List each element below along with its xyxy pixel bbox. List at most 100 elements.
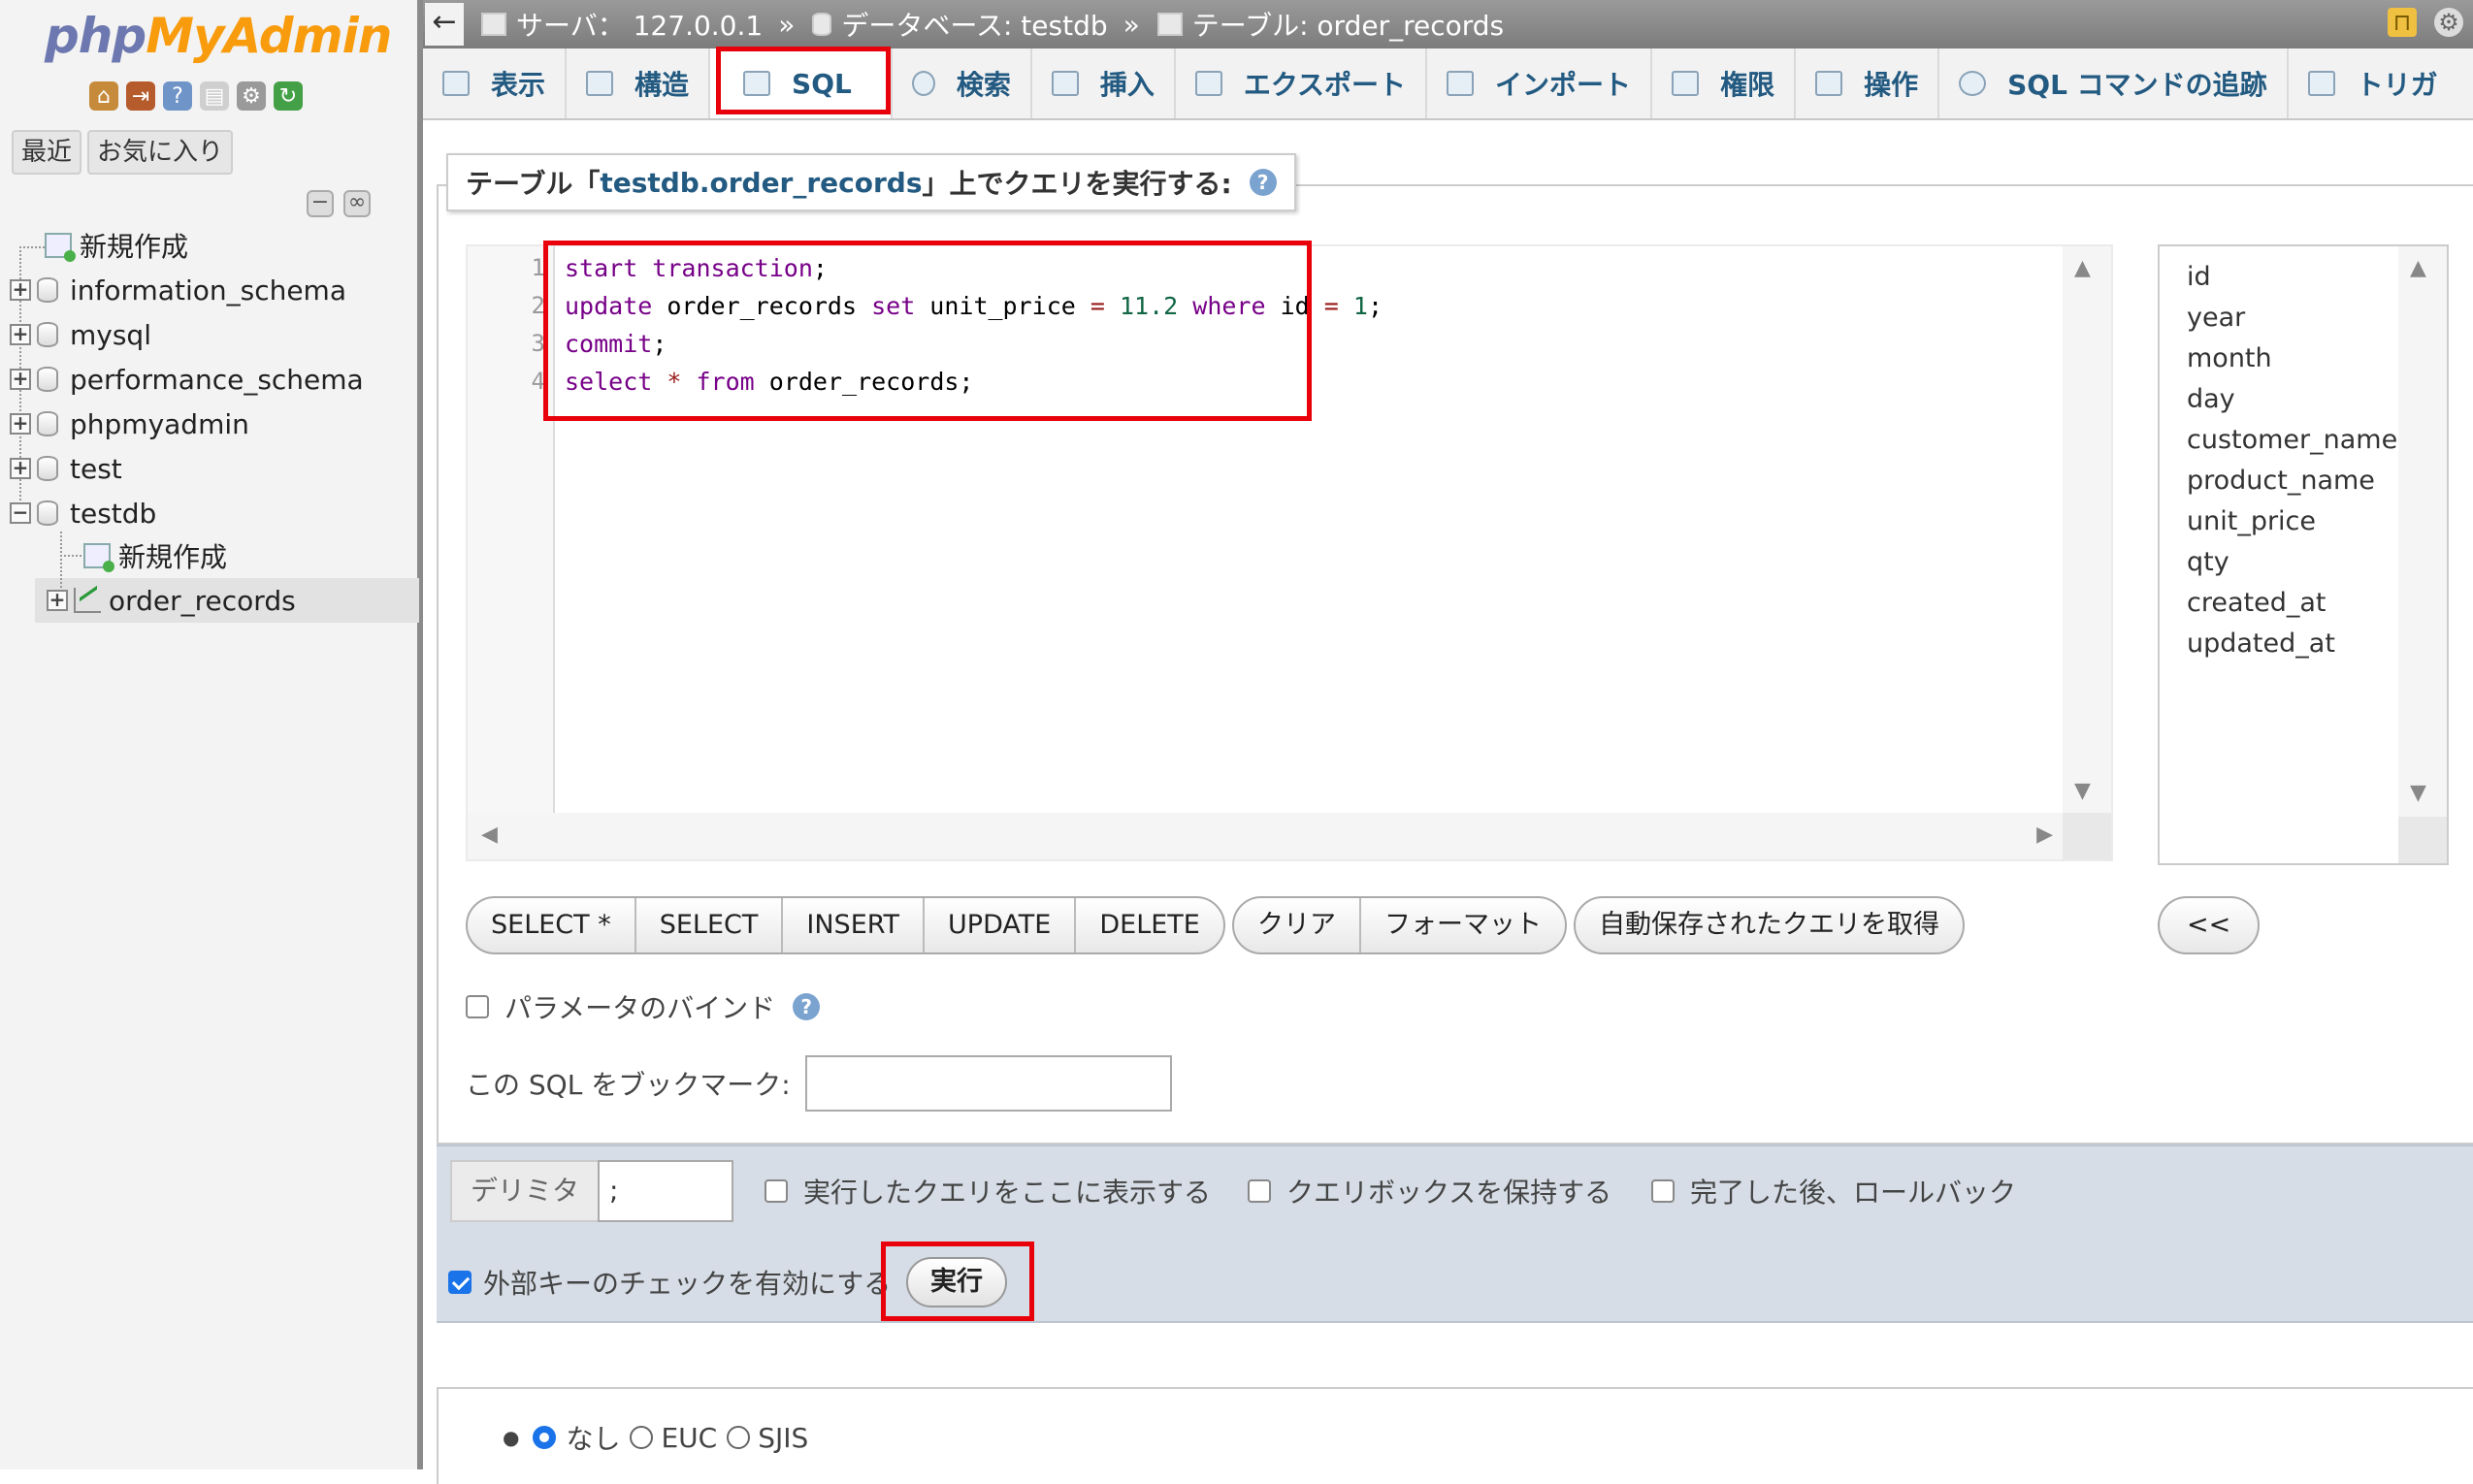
expand-icon[interactable]: + xyxy=(10,279,31,301)
bind-parameters-checkbox[interactable] xyxy=(466,995,489,1018)
tree-item-testdb[interactable]: − testdb xyxy=(10,491,156,535)
column-option[interactable]: product_name xyxy=(2187,466,2375,496)
columns-vertical-scrollbar[interactable]: ▲ ▼ xyxy=(2398,246,2447,819)
lock-icon[interactable]: ⊓ xyxy=(2388,8,2417,37)
tab-search[interactable]: 検索 xyxy=(893,48,1032,118)
column-option[interactable]: qty xyxy=(2187,547,2229,577)
column-option[interactable]: year xyxy=(2187,303,2245,333)
show-query-checkbox[interactable] xyxy=(765,1179,788,1203)
rollback-checkbox[interactable] xyxy=(1651,1179,1675,1203)
tab-tracking[interactable]: SQL コマンドの追跡 xyxy=(1939,48,2289,118)
breadcrumb-table[interactable]: テーブル: order_records xyxy=(1156,5,1504,44)
expand-icon[interactable]: + xyxy=(47,590,68,611)
tree-item-label: 新規作成 xyxy=(118,541,228,573)
tree-item-mysql[interactable]: + mysql xyxy=(10,312,151,357)
tree-item-information-schema[interactable]: + information_schema xyxy=(10,268,346,312)
bookmark-input[interactable] xyxy=(805,1055,1172,1112)
breadcrumb-server-label: サーバ： 127.0.0.1 xyxy=(516,10,764,42)
line-number-gutter: 1 2 3 4 xyxy=(468,246,555,817)
back-arrow-icon[interactable]: ← xyxy=(425,3,464,46)
tree-item-performance-schema[interactable]: + performance_schema xyxy=(10,357,364,402)
collapse-icon[interactable]: − xyxy=(10,502,31,524)
tab-label: エクスポート xyxy=(1243,69,1407,101)
logout-icon[interactable]: ⇥ xyxy=(126,81,155,111)
fk-checks-option[interactable]: 外部キーのチェックを有効にする xyxy=(448,1259,891,1306)
phpmyadmin-logo[interactable]: phpMyAdmin xyxy=(45,8,392,64)
fk-checks-checkbox[interactable] xyxy=(448,1271,472,1294)
tab-triggers[interactable]: トリガ xyxy=(2289,48,2457,118)
settings-icon[interactable]: ⚙ xyxy=(237,81,266,111)
editor-horizontal-scrollbar[interactable]: ◀ ▶ xyxy=(468,813,2066,859)
tree-item-phpmyadmin[interactable]: + phpmyadmin xyxy=(10,402,249,446)
resize-handle-icon[interactable] xyxy=(2398,817,2447,863)
charset-none-label: なし xyxy=(566,1423,621,1455)
tab-export[interactable]: エクスポート xyxy=(1176,48,1428,118)
breadcrumb-database[interactable]: データベース: testdb xyxy=(812,5,1108,44)
scroll-up-icon[interactable]: ▲ xyxy=(2074,256,2091,280)
scroll-down-icon[interactable]: ▼ xyxy=(2410,781,2426,805)
get-autosaved-query-button[interactable]: 自動保存されたクエリを取得 xyxy=(1576,898,1963,952)
tree-item-order-records[interactable]: + order_records xyxy=(47,578,296,623)
column-option[interactable]: updated_at xyxy=(2187,629,2335,659)
charset-sjis-radio[interactable] xyxy=(727,1426,751,1449)
new-database-icon xyxy=(45,233,76,262)
tab-structure[interactable]: 構造 xyxy=(567,48,711,118)
charset-none-radio[interactable] xyxy=(533,1426,557,1449)
database-icon xyxy=(37,322,58,347)
clear-button[interactable]: クリア xyxy=(1234,898,1361,952)
breadcrumb-server[interactable]: サーバ： 127.0.0.1 xyxy=(481,5,763,44)
select-button[interactable]: SELECT xyxy=(636,898,784,952)
expand-icon[interactable]: + xyxy=(10,413,31,435)
expand-icon[interactable]: + xyxy=(10,369,31,390)
settings-icon[interactable]: ⚙ xyxy=(2434,8,2463,37)
charset-euc-radio[interactable] xyxy=(630,1426,654,1449)
collapse-all-icon[interactable]: − xyxy=(307,190,334,217)
resize-handle-icon[interactable] xyxy=(2063,813,2111,859)
help-icon[interactable]: ? xyxy=(1249,169,1277,196)
docs-icon[interactable]: ▤ xyxy=(200,81,229,111)
expand-icon[interactable]: + xyxy=(10,324,31,345)
tree-item-test[interactable]: + test xyxy=(10,446,122,491)
tab-privileges[interactable]: 権限 xyxy=(1652,48,1797,118)
keep-query-box-checkbox[interactable] xyxy=(1248,1179,1271,1203)
delete-button[interactable]: DELETE xyxy=(1076,898,1223,952)
tab-label: 表示 xyxy=(491,69,546,101)
reload-icon[interactable]: ↻ xyxy=(274,81,303,111)
update-button[interactable]: UPDATE xyxy=(925,898,1077,952)
column-option[interactable]: created_at xyxy=(2187,588,2326,618)
tree-item-new-database[interactable]: 新規作成 xyxy=(45,223,188,268)
delimiter-input[interactable]: ; xyxy=(598,1160,733,1222)
insert-column-button[interactable]: << xyxy=(2160,898,2258,952)
expand-icon[interactable]: + xyxy=(10,458,31,479)
column-option[interactable]: month xyxy=(2187,343,2272,373)
tree-item-new-table[interactable]: 新規作成 xyxy=(83,533,227,578)
column-list[interactable]: id year month day customer_name product_… xyxy=(2158,244,2449,865)
select-star-button[interactable]: SELECT * xyxy=(468,898,636,952)
rollback-option[interactable]: 完了した後、ロールバック xyxy=(1651,1168,2016,1214)
help-icon[interactable]: ? xyxy=(163,81,192,111)
keep-query-box-option[interactable]: クエリボックスを保持する xyxy=(1248,1168,1611,1214)
tab-browse[interactable]: 表示 xyxy=(423,48,568,118)
column-option[interactable]: customer_name xyxy=(2187,425,2397,455)
scroll-right-icon[interactable]: ▶ xyxy=(2036,823,2053,847)
editor-vertical-scrollbar[interactable]: ▲ ▼ xyxy=(2063,246,2111,817)
tab-import[interactable]: インポート xyxy=(1427,48,1653,118)
scroll-up-icon[interactable]: ▲ xyxy=(2410,256,2426,280)
scroll-down-icon[interactable]: ▼ xyxy=(2074,779,2091,803)
link-icon[interactable]: ∞ xyxy=(343,190,371,217)
favorites-tab[interactable]: お気に入り xyxy=(87,130,234,175)
tab-insert[interactable]: 挿入 xyxy=(1032,48,1176,118)
bind-parameters-option[interactable]: パラメータのバインド ? xyxy=(466,987,821,1026)
tab-operations[interactable]: 操作 xyxy=(1796,48,1940,118)
scroll-left-icon[interactable]: ◀ xyxy=(481,823,498,847)
home-icon[interactable]: ⌂ xyxy=(89,81,118,111)
autosave-button-group: 自動保存されたクエリを取得 xyxy=(1574,896,1965,954)
recent-tab[interactable]: 最近 xyxy=(12,130,82,175)
column-option[interactable]: unit_price xyxy=(2187,506,2316,536)
insert-button[interactable]: INSERT xyxy=(783,898,926,952)
show-query-option[interactable]: 実行したクエリをここに表示する xyxy=(765,1168,1211,1214)
help-icon[interactable]: ? xyxy=(793,993,821,1020)
column-option[interactable]: id xyxy=(2187,262,2211,292)
column-option[interactable]: day xyxy=(2187,384,2235,414)
format-button[interactable]: フォーマット xyxy=(1361,898,1565,952)
